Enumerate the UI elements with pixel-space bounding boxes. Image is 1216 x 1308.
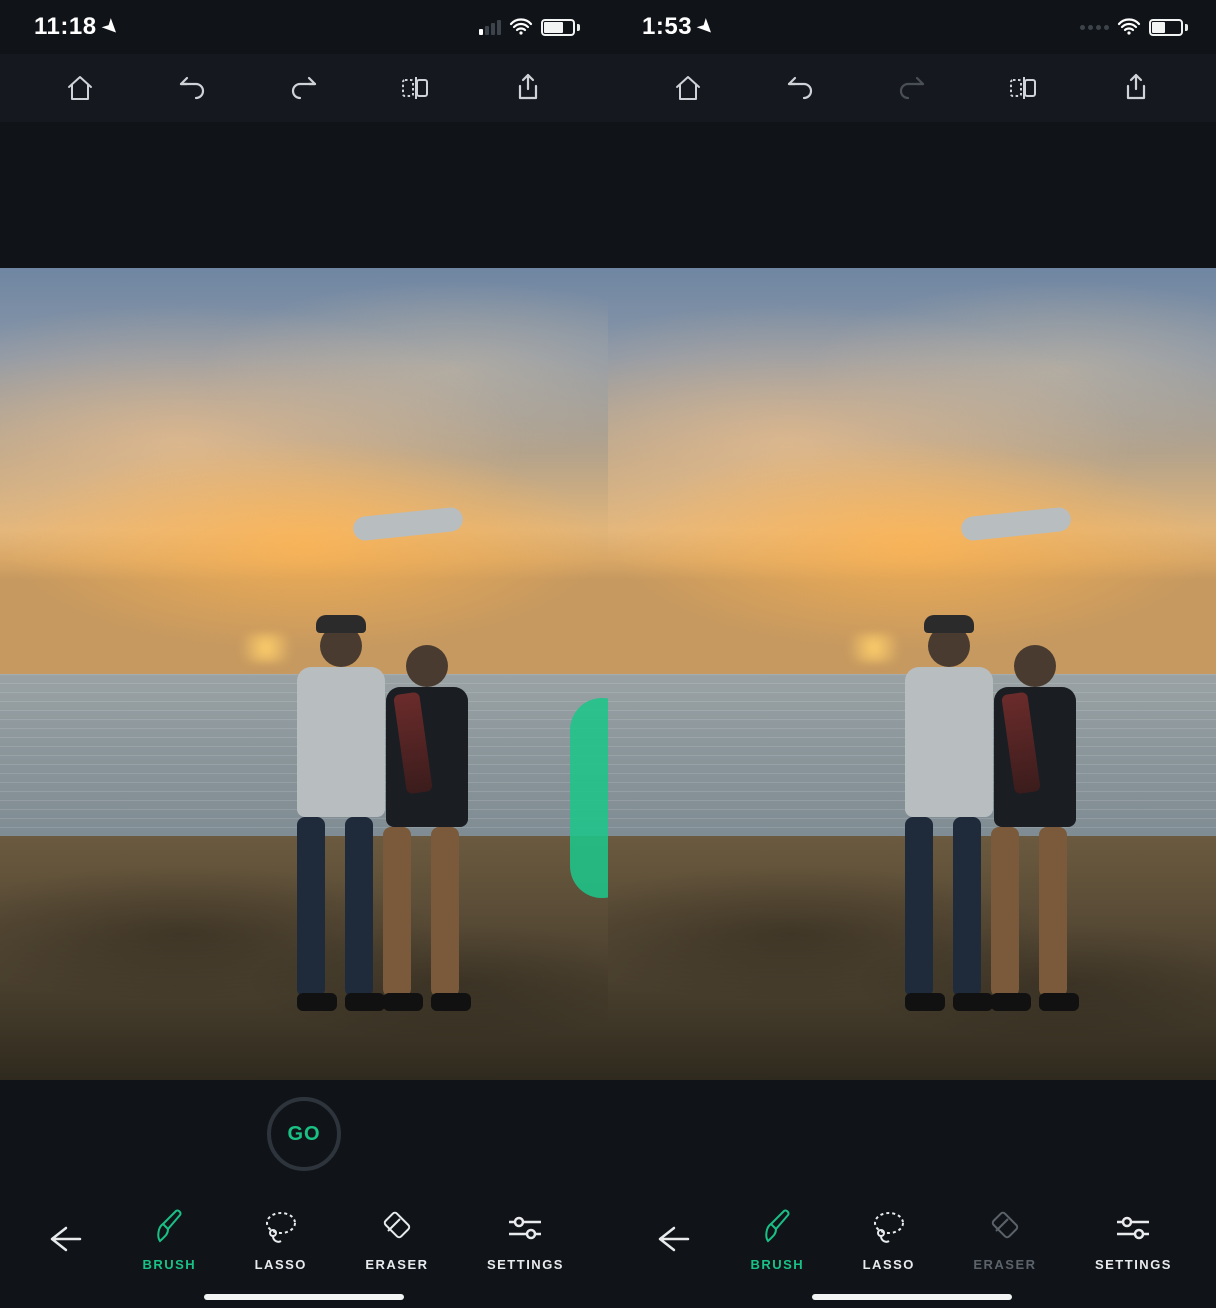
cellular-icon (479, 19, 501, 35)
lasso-tool[interactable]: LASSO (863, 1207, 915, 1272)
undo-button[interactable] (172, 68, 212, 108)
home-indicator[interactable] (812, 1294, 1012, 1300)
top-toolbar (608, 54, 1216, 122)
status-time: 11:18 (34, 13, 97, 41)
home-button[interactable] (668, 68, 708, 108)
share-button[interactable] (508, 68, 548, 108)
brush-label: BRUSH (142, 1257, 196, 1272)
wifi-icon (509, 18, 533, 36)
brush-label: BRUSH (750, 1257, 804, 1272)
brush-tool[interactable]: BRUSH (750, 1207, 804, 1272)
location-icon: ➤ (97, 14, 123, 40)
redo-button (892, 68, 932, 108)
settings-tool[interactable]: SETTINGS (1095, 1207, 1172, 1272)
photo-canvas[interactable] (608, 268, 1216, 1080)
screenshot-right: 1:53 ➤ (608, 0, 1216, 1308)
bottom-toolbar: BRUSH LASSO ERASER SETTINGS (608, 1188, 1216, 1308)
screenshot-left: 11:18 ➤ (0, 0, 608, 1308)
brush-stroke-mark (570, 698, 608, 898)
lasso-label: LASSO (255, 1257, 307, 1272)
battery-icon (541, 19, 580, 36)
photo-content (608, 268, 1216, 1080)
status-time: 1:53 (642, 13, 692, 41)
battery-icon (1149, 19, 1188, 36)
back-button[interactable] (44, 1219, 84, 1259)
eraser-tool[interactable]: ERASER (365, 1207, 428, 1272)
settings-label: SETTINGS (1095, 1257, 1172, 1272)
home-button[interactable] (60, 68, 100, 108)
go-button[interactable]: GO (267, 1097, 341, 1171)
back-button[interactable] (652, 1219, 692, 1259)
action-row (608, 1080, 1216, 1188)
settings-label: SETTINGS (487, 1257, 564, 1272)
action-row: GO (0, 1080, 608, 1188)
eraser-label: ERASER (973, 1257, 1036, 1272)
undo-button[interactable] (780, 68, 820, 108)
compare-button[interactable] (1004, 68, 1044, 108)
settings-tool[interactable]: SETTINGS (487, 1207, 564, 1272)
photo-content (0, 268, 608, 1080)
brush-tool[interactable]: BRUSH (142, 1207, 196, 1272)
cellular-icon (1080, 25, 1109, 30)
redo-button[interactable] (284, 68, 324, 108)
share-button[interactable] (1116, 68, 1156, 108)
bottom-toolbar: BRUSH LASSO ERASER SETTINGS (0, 1188, 608, 1308)
eraser-label: ERASER (365, 1257, 428, 1272)
status-bar: 1:53 ➤ (608, 0, 1216, 54)
lasso-tool[interactable]: LASSO (255, 1207, 307, 1272)
home-indicator[interactable] (204, 1294, 404, 1300)
wifi-icon (1117, 18, 1141, 36)
lasso-label: LASSO (863, 1257, 915, 1272)
status-bar: 11:18 ➤ (0, 0, 608, 54)
compare-button[interactable] (396, 68, 436, 108)
photo-canvas[interactable] (0, 268, 608, 1080)
location-icon: ➤ (693, 14, 719, 40)
top-toolbar (0, 54, 608, 122)
eraser-tool: ERASER (973, 1207, 1036, 1272)
